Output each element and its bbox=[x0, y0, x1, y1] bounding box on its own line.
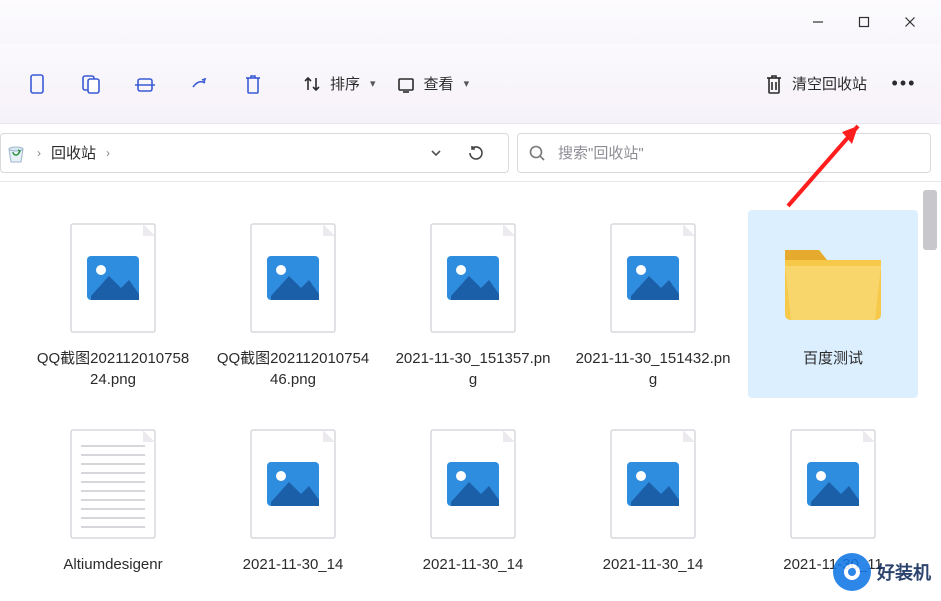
image-thumbnail-icon bbox=[593, 218, 713, 338]
search-placeholder: 搜索"回收站" bbox=[558, 142, 644, 163]
chevron-down-icon bbox=[429, 146, 443, 160]
scrollbar-thumb[interactable] bbox=[923, 190, 937, 250]
minimize-button[interactable] bbox=[795, 6, 841, 38]
file-item[interactable]: 2021-11-30_151357.png bbox=[388, 210, 558, 398]
file-name: QQ截图20211201075824.png bbox=[34, 348, 192, 390]
watermark-logo-icon bbox=[833, 553, 871, 591]
delete-button[interactable] bbox=[226, 64, 280, 104]
paste-icon bbox=[134, 73, 156, 95]
nav-row: › 回收站 › 搜索"回收站" bbox=[0, 124, 941, 182]
image-thumbnail-icon bbox=[53, 218, 173, 338]
maximize-button[interactable] bbox=[841, 6, 887, 38]
file-name: Altiumdesigenr bbox=[63, 554, 162, 575]
chevron-down-icon: ▾ bbox=[370, 77, 376, 90]
image-thumbnail-icon bbox=[413, 424, 533, 544]
watermark-text: 好装机 bbox=[877, 559, 931, 585]
chevron-down-icon: ▾ bbox=[464, 77, 470, 90]
file-name: 2021-11-30_14 bbox=[243, 554, 344, 575]
refresh-button[interactable] bbox=[460, 137, 492, 169]
file-name: 2021-11-30_14 bbox=[603, 554, 704, 575]
file-name: 2021-11-30_151357.png bbox=[394, 348, 552, 390]
watermark: 好装机 bbox=[833, 553, 931, 591]
image-thumbnail-icon bbox=[413, 218, 533, 338]
copy-icon bbox=[80, 73, 102, 95]
file-name: 百度测试 bbox=[803, 348, 863, 369]
more-button[interactable]: ••• bbox=[877, 64, 931, 104]
sort-button[interactable]: 排序 ▾ bbox=[292, 64, 386, 104]
file-item[interactable]: Altiumdesigenr bbox=[28, 416, 198, 583]
view-icon bbox=[396, 74, 416, 94]
paste-button[interactable] bbox=[118, 64, 172, 104]
empty-recycle-label: 清空回收站 bbox=[792, 73, 867, 94]
image-thumbnail-icon bbox=[773, 424, 893, 544]
explorer-window: 排序 ▾ 查看 ▾ 清空回收站 ••• › 回收站 bbox=[0, 0, 941, 601]
content-area: QQ截图20211201075824.png QQ截图2021120107544… bbox=[0, 182, 941, 601]
copy-button[interactable] bbox=[64, 64, 118, 104]
file-name: 2021-11-30_151432.png bbox=[574, 348, 732, 390]
image-thumbnail-icon bbox=[233, 218, 353, 338]
sort-icon bbox=[302, 74, 322, 94]
sort-label: 排序 bbox=[330, 73, 360, 94]
file-item[interactable]: 2021-11-30_14 bbox=[388, 416, 558, 583]
more-icon: ••• bbox=[892, 73, 917, 94]
view-label: 查看 bbox=[424, 73, 454, 94]
search-icon bbox=[528, 144, 546, 162]
titlebar bbox=[0, 0, 941, 44]
refresh-icon bbox=[467, 144, 485, 162]
history-dropdown-button[interactable] bbox=[420, 137, 452, 169]
crumb-label: 回收站 bbox=[51, 142, 96, 163]
file-item[interactable]: QQ截图20211201075446.png bbox=[208, 210, 378, 398]
rename-icon bbox=[188, 73, 210, 95]
file-name: 2021-11-30_14 bbox=[423, 554, 524, 575]
file-item[interactable]: QQ截图20211201075824.png bbox=[28, 210, 198, 398]
file-item[interactable]: 2021-11-30_14 bbox=[568, 416, 738, 583]
text-thumbnail-icon bbox=[53, 424, 173, 544]
close-button[interactable] bbox=[887, 6, 933, 38]
trash-icon bbox=[764, 73, 784, 95]
file-grid: QQ截图20211201075824.png QQ截图2021120107544… bbox=[28, 210, 921, 583]
chevron-right-icon: › bbox=[37, 146, 41, 160]
image-thumbnail-icon bbox=[593, 424, 713, 544]
toolbar: 排序 ▾ 查看 ▾ 清空回收站 ••• bbox=[0, 44, 941, 124]
file-name: QQ截图20211201075446.png bbox=[214, 348, 372, 390]
file-item[interactable]: 2021-11-30_151432.png bbox=[568, 210, 738, 398]
folder-thumbnail-icon bbox=[773, 218, 893, 338]
address-bar[interactable]: › 回收站 › bbox=[0, 133, 509, 173]
trash-icon bbox=[243, 73, 263, 95]
folder-item[interactable]: 百度测试 bbox=[748, 210, 918, 398]
cut-icon bbox=[27, 73, 47, 95]
rename-button[interactable] bbox=[172, 64, 226, 104]
view-button[interactable]: 查看 ▾ bbox=[386, 64, 480, 104]
empty-recycle-bin-button[interactable]: 清空回收站 bbox=[754, 64, 877, 104]
breadcrumb[interactable]: 回收站 › bbox=[51, 142, 110, 163]
cut-button[interactable] bbox=[10, 64, 64, 104]
search-box[interactable]: 搜索"回收站" bbox=[517, 133, 931, 173]
image-thumbnail-icon bbox=[233, 424, 353, 544]
recycle-bin-icon bbox=[5, 142, 27, 164]
chevron-right-icon: › bbox=[106, 146, 110, 160]
file-item[interactable]: 2021-11-30_14 bbox=[208, 416, 378, 583]
